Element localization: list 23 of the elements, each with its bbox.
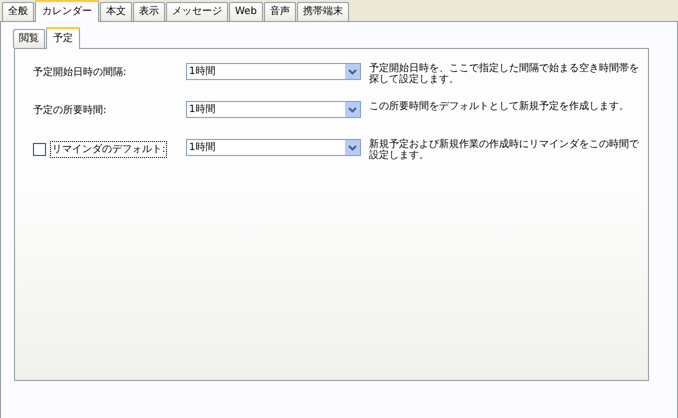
description: 新規予定および新規作業の作成時にリマインダをこの時間で設定します。 xyxy=(369,139,640,161)
setting-label: 予定開始日時の間隔: xyxy=(33,66,126,80)
description: この所要時間をデフォルトとして新規予定を作成します。 xyxy=(369,101,630,112)
tab[interactable]: 表示 xyxy=(133,2,165,21)
dropdown[interactable]: 1時間 xyxy=(186,139,361,156)
tab[interactable]: Web xyxy=(229,2,263,21)
tab[interactable]: 予定 xyxy=(46,27,80,49)
setting-label: 予定の所要時間: xyxy=(33,104,106,118)
caret-icon xyxy=(348,68,357,74)
checkbox-label[interactable]: リマインダのデフォルト: xyxy=(50,141,168,158)
dropdown[interactable]: 1時間 xyxy=(186,101,361,118)
tab[interactable]: メッセージ xyxy=(166,2,228,21)
tab[interactable]: 音声 xyxy=(264,2,296,21)
caret-icon xyxy=(348,144,357,150)
caret-icon xyxy=(348,106,357,112)
tab[interactable]: カレンダー xyxy=(35,0,99,22)
tab[interactable]: 全般 xyxy=(2,2,34,21)
tab[interactable]: 携帯端末 xyxy=(296,2,349,21)
description: 予定開始日時を、ここで指定した間隔で始まる空き時間帯を探して設定します。 xyxy=(369,63,640,85)
checkbox[interactable] xyxy=(33,143,46,156)
tab[interactable]: 本文 xyxy=(100,2,132,21)
tab[interactable]: 閲覧 xyxy=(13,29,45,48)
dropdown[interactable]: 1時間 xyxy=(186,63,361,80)
